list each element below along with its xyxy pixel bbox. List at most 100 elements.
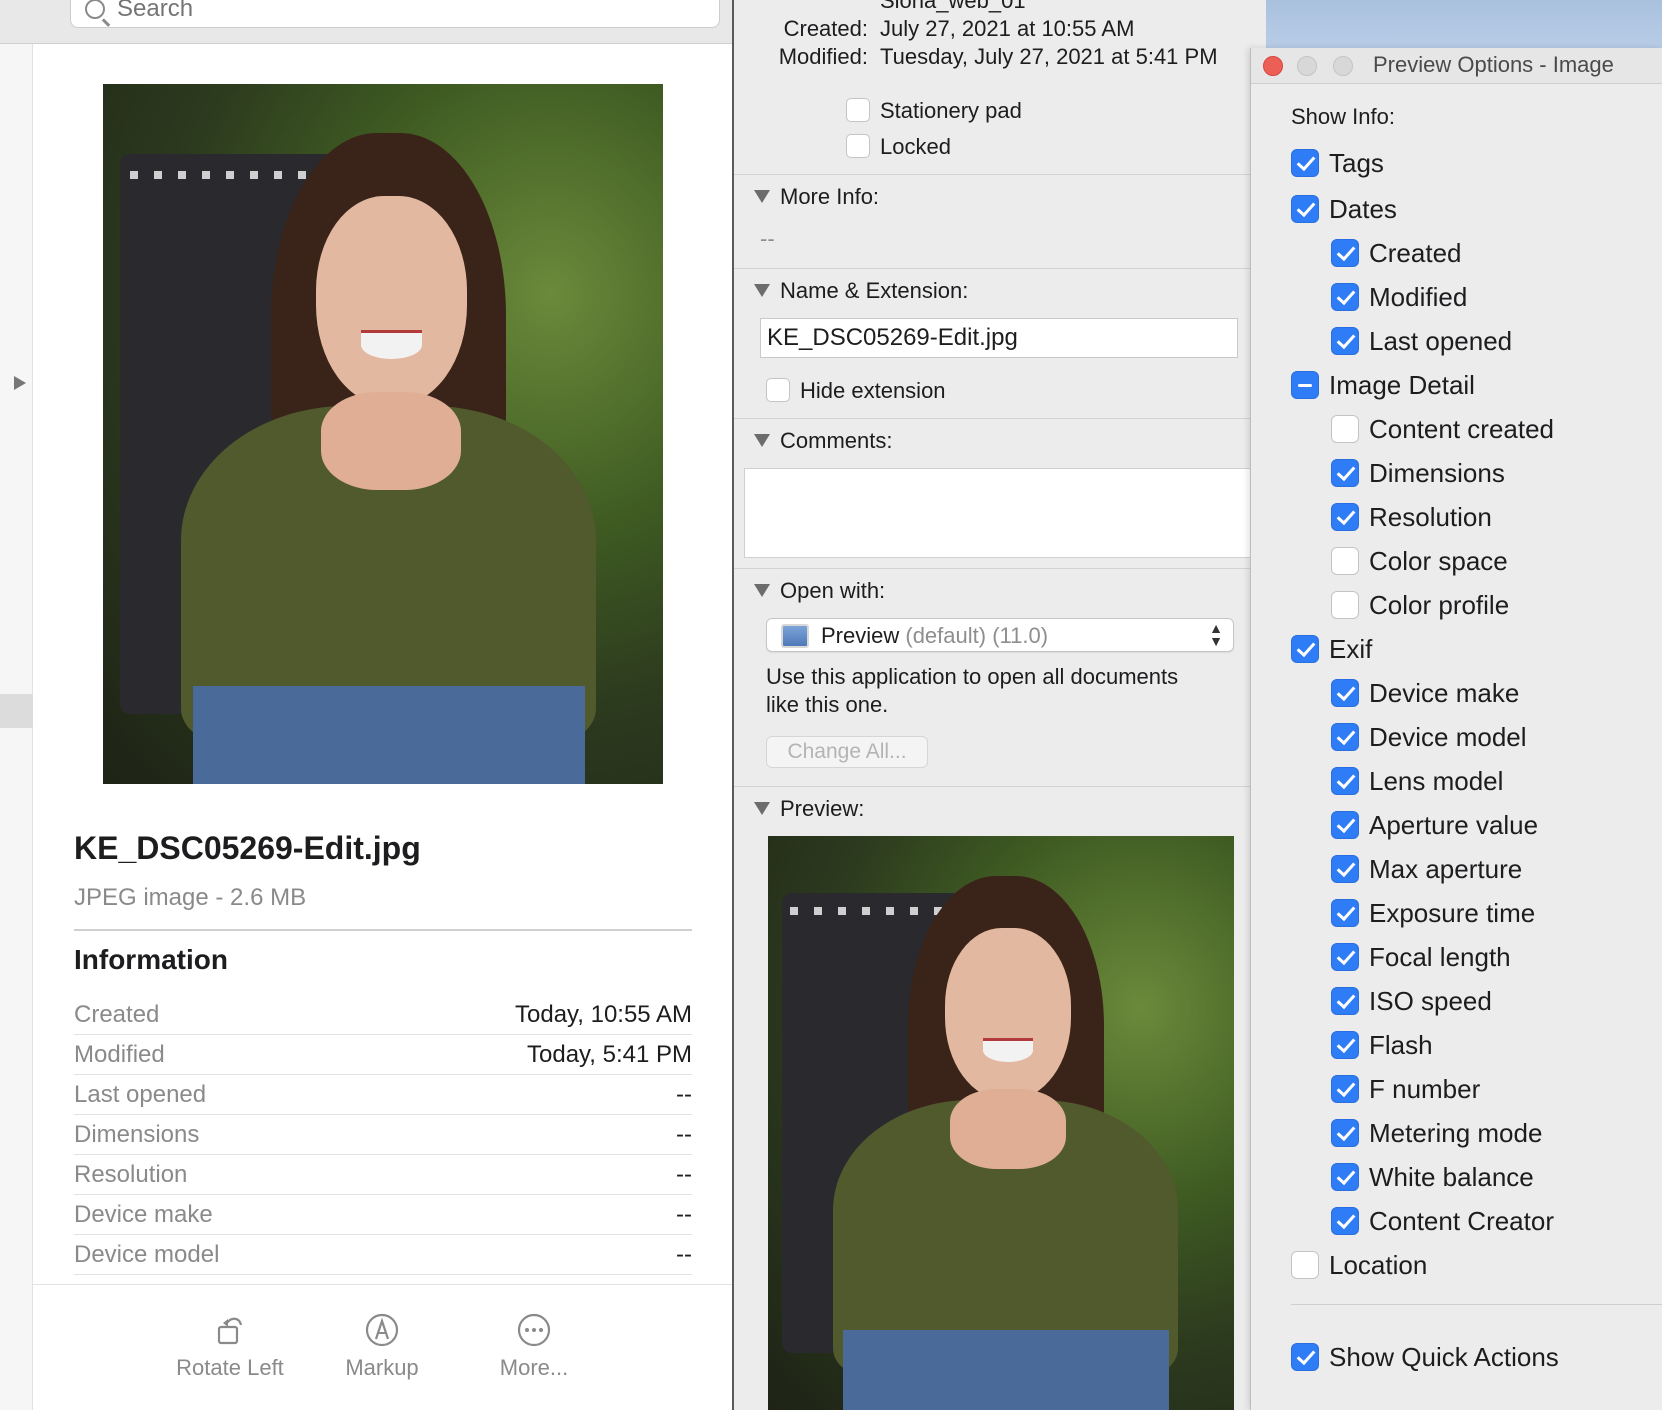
option-label: Resolution: [1369, 502, 1492, 532]
markup-label: Markup: [345, 1355, 419, 1380]
locked-checkbox[interactable]: [846, 134, 870, 158]
option-label: Exposure time: [1369, 898, 1536, 928]
option-label: Last opened: [1369, 326, 1513, 356]
preview-app-icon: [781, 624, 809, 648]
more-icon: [517, 1313, 551, 1347]
option-label: Dimensions: [1369, 458, 1505, 488]
divider: [1291, 1304, 1662, 1305]
option-checkbox[interactable]: [1331, 459, 1359, 487]
info-key: Modified: [74, 1041, 165, 1068]
stationery-pad-checkbox[interactable]: [846, 98, 870, 122]
open-with-suffix: (default) (11.0): [905, 623, 1049, 648]
disclosure-triangle-icon[interactable]: [754, 434, 770, 447]
option-checkbox[interactable]: [1291, 149, 1319, 177]
info-value: --: [676, 1241, 692, 1268]
minimize-window-icon[interactable]: [1297, 56, 1317, 76]
option-label: Aperture value: [1369, 810, 1539, 840]
option-checkbox[interactable]: [1331, 283, 1359, 311]
option-checkbox[interactable]: [1331, 239, 1359, 267]
markup-button[interactable]: Markup: [307, 1313, 457, 1381]
info-row-device-model: Device model --: [74, 1235, 692, 1275]
option-checkbox[interactable]: [1331, 1207, 1359, 1235]
disclosure-triangle-icon[interactable]: [14, 376, 26, 390]
search-box[interactable]: [70, 0, 720, 28]
option-checkbox[interactable]: [1331, 899, 1359, 927]
option-checkbox[interactable]: [1331, 1119, 1359, 1147]
disclosure-triangle-icon[interactable]: [754, 190, 770, 203]
close-window-icon[interactable]: [1263, 56, 1283, 76]
background-window: [1266, 0, 1662, 48]
locked-label: Locked: [880, 134, 951, 159]
more-button[interactable]: More...: [459, 1313, 609, 1381]
markup-icon: [365, 1313, 399, 1347]
rotate-left-label: Rotate Left: [176, 1355, 284, 1380]
option-label: Flash: [1369, 1030, 1433, 1060]
option-checkbox[interactable]: [1331, 415, 1359, 443]
option-checkbox[interactable]: [1331, 327, 1359, 355]
info-row-dimensions: Dimensions --: [74, 1115, 692, 1155]
option-checkbox[interactable]: [1331, 1031, 1359, 1059]
divider: [734, 268, 1250, 269]
option-checkbox[interactable]: [1331, 723, 1359, 751]
open-with-popup[interactable]: Preview (default) (11.0) ▲ ▼: [766, 618, 1234, 652]
open-with-heading: Open with:: [780, 578, 886, 603]
option-checkbox[interactable]: [1331, 767, 1359, 795]
info-value: --: [676, 1121, 692, 1148]
option-checkbox[interactable]: [1331, 855, 1359, 883]
change-all-button[interactable]: Change All...: [766, 736, 928, 768]
preview-heading: Preview:: [780, 796, 865, 821]
option-checkbox[interactable]: [1331, 679, 1359, 707]
option-checkbox[interactable]: [1291, 635, 1319, 663]
option-checkbox[interactable]: [1331, 591, 1359, 619]
option-label: ISO speed: [1369, 986, 1492, 1016]
option-checkbox[interactable]: [1291, 1251, 1319, 1279]
option-checkbox[interactable]: [1331, 1075, 1359, 1103]
more-info-value: --: [760, 226, 775, 251]
chevron-up-down-icon: ▲ ▼: [1209, 620, 1223, 649]
option-checkbox[interactable]: [1331, 987, 1359, 1015]
disclosure-triangle-icon[interactable]: [754, 802, 770, 815]
option-checkbox[interactable]: [1331, 547, 1359, 575]
modified-label: Modified:: [778, 44, 868, 69]
option-label: Max aperture: [1369, 854, 1523, 884]
modified-value: Tuesday, July 27, 2021 at 5:41 PM: [880, 44, 1218, 69]
finder-preview-pane: KE_DSC05269-Edit.jpg JPEG image - 2.6 MB…: [0, 0, 734, 1410]
option-label: Focal length: [1369, 942, 1511, 972]
option-checkbox[interactable]: [1331, 811, 1359, 839]
search-input[interactable]: [117, 0, 697, 27]
zoom-window-icon[interactable]: [1333, 56, 1353, 76]
option-label: Device model: [1369, 722, 1527, 752]
option-checkbox[interactable]: [1331, 943, 1359, 971]
info-key: Device make: [74, 1201, 213, 1228]
file-name-title: KE_DSC05269-Edit.jpg: [74, 830, 421, 866]
option-label: White balance: [1369, 1162, 1534, 1192]
open-with-note-line2: like this one.: [766, 692, 889, 717]
window-title: Preview Options - Image: [1373, 52, 1614, 77]
option-checkbox[interactable]: [1331, 1163, 1359, 1191]
comments-textarea[interactable]: [744, 468, 1250, 558]
option-checkbox[interactable]: [1291, 195, 1319, 223]
option-label: Color profile: [1369, 590, 1510, 620]
divider: [734, 568, 1250, 569]
show-info-label: Show Info:: [1291, 104, 1395, 129]
option-label: Modified: [1369, 282, 1468, 312]
option-checkbox[interactable]: [1291, 1343, 1319, 1371]
info-key: Last opened: [74, 1081, 207, 1108]
file-name-field[interactable]: [760, 318, 1238, 358]
info-key: Dimensions: [74, 1121, 200, 1148]
option-checkbox[interactable]: [1331, 503, 1359, 531]
disclosure-triangle-icon[interactable]: [754, 584, 770, 597]
option-label: Tags: [1329, 148, 1384, 178]
created-value: July 27, 2021 at 10:55 AM: [880, 16, 1135, 41]
rotate-left-button[interactable]: Rotate Left: [155, 1313, 305, 1381]
info-row-device-make: Device make --: [74, 1195, 692, 1235]
option-label: Color space: [1369, 546, 1508, 576]
info-preview-image: [768, 836, 1234, 1410]
divider: [734, 786, 1250, 787]
disclosure-triangle-icon[interactable]: [754, 284, 770, 297]
more-info-heading: More Info:: [780, 184, 880, 209]
option-label: Content created: [1369, 414, 1555, 444]
hide-extension-checkbox[interactable]: [766, 378, 790, 402]
option-checkbox[interactable]: [1291, 371, 1319, 399]
file-kind-size: JPEG image - 2.6 MB: [74, 884, 307, 911]
